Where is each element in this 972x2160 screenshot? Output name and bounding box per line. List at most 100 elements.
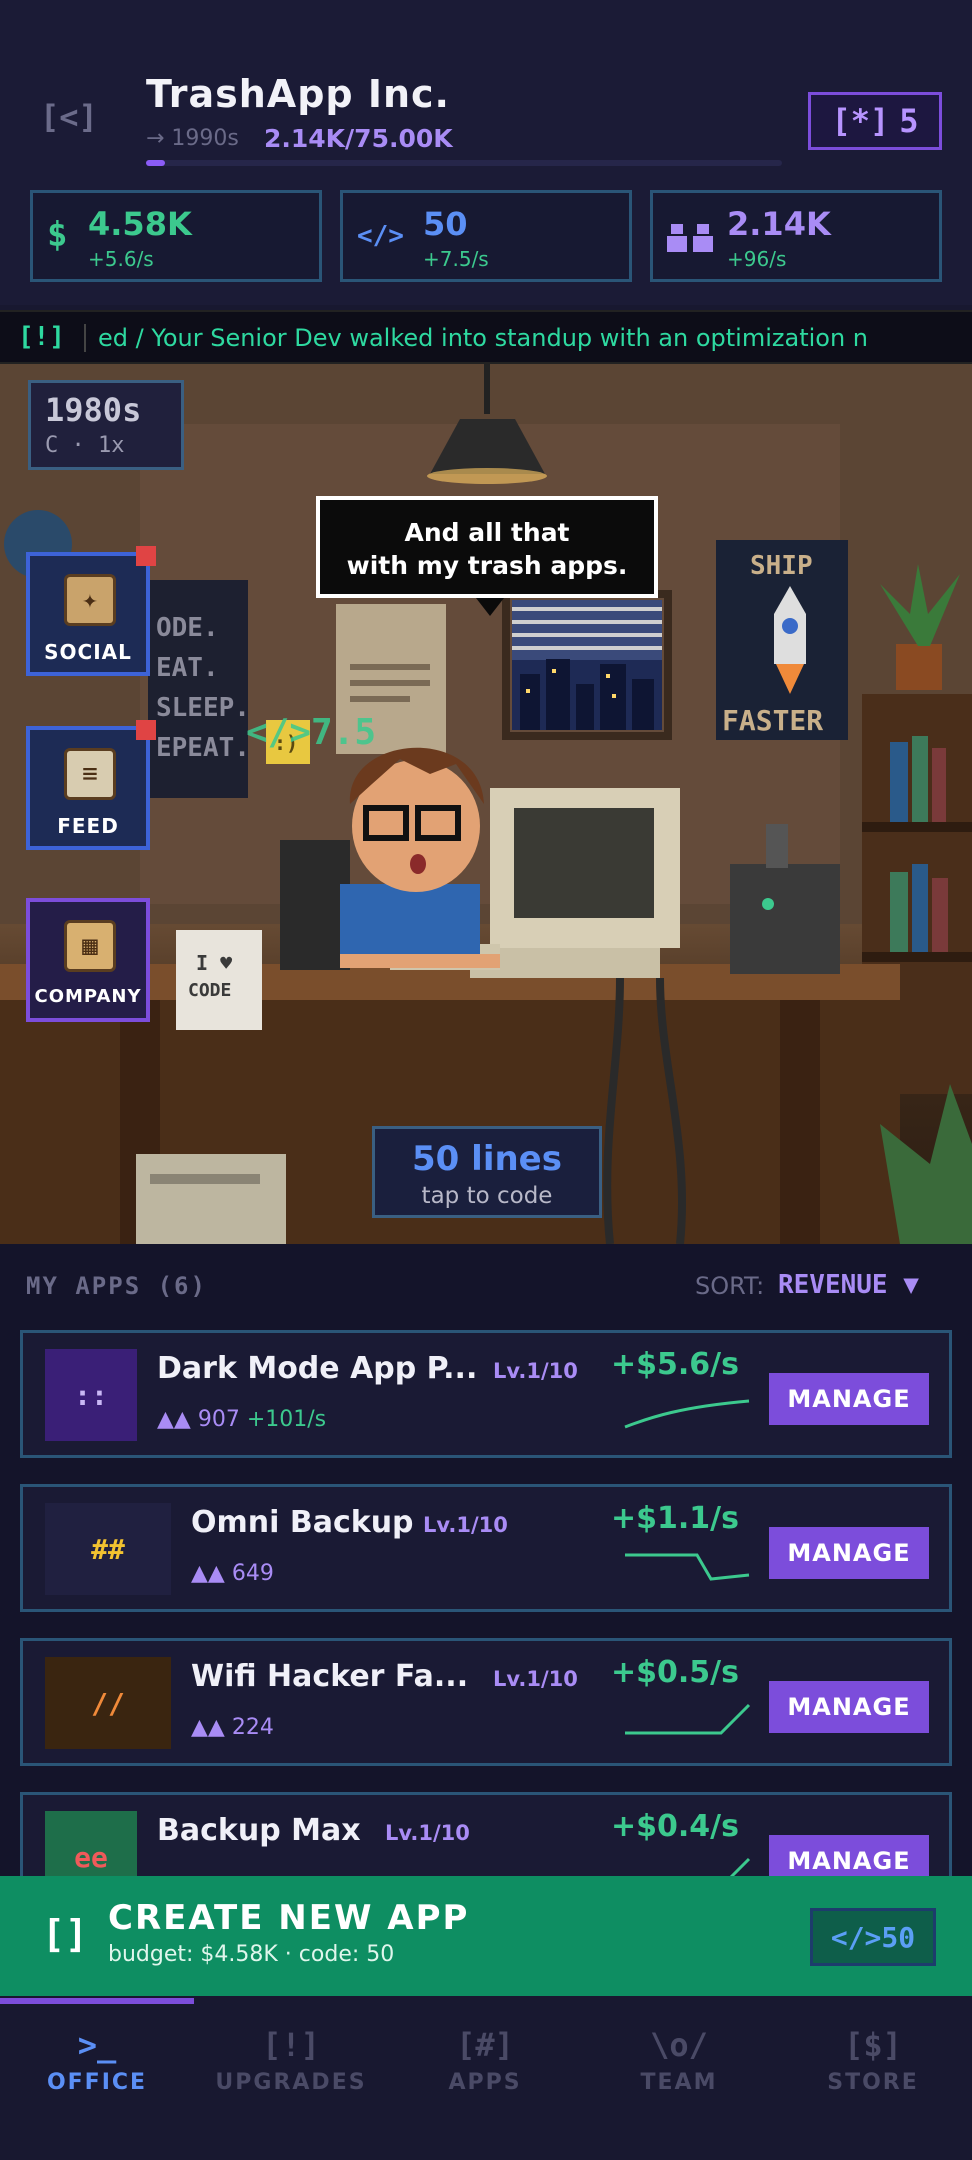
next-era-hint: → 1990s: [146, 126, 239, 151]
revenue-sparkline: [625, 1703, 751, 1735]
tab-team-label: TEAM: [640, 2070, 718, 2095]
bottom-nav: >_ OFFICE [!] UPGRADES [#] APPS \o/ TEAM…: [0, 1996, 972, 2160]
social-button[interactable]: ✦ SOCIAL: [26, 546, 156, 676]
ticker-text: ed / Your Senior Dev walked into standup…: [98, 324, 869, 352]
token-count: 5: [899, 102, 919, 140]
tab-apps-label: APPS: [448, 2070, 522, 2095]
company-building-icon: ▦: [64, 920, 116, 972]
create-app-icon: []: [42, 1912, 88, 1956]
revenue-sparkline: [624, 1399, 750, 1429]
era-indicator[interactable]: 1980s C · 1x: [28, 380, 184, 470]
money-rate: +5.6/s: [88, 247, 154, 271]
sort-dropdown[interactable]: REVENUE ▼: [778, 1270, 919, 1300]
svg-text:ODE.: ODE.: [156, 613, 219, 643]
users-progress-text: 2.14K/75.00K: [264, 124, 453, 153]
tap-to-code-label: tap to code: [421, 1183, 553, 1209]
revenue-sparkline: [625, 1553, 750, 1581]
dollar-icon: $: [47, 215, 68, 255]
speech-line-2: with my trash apps.: [346, 551, 628, 580]
code-gain-floater: </>7.5: [246, 712, 377, 753]
store-icon: [$]: [844, 2026, 902, 2064]
apps-icon: [#]: [456, 2026, 514, 2064]
feed-notification-dot: [136, 720, 156, 740]
tap-to-code-button[interactable]: 50 lines tap to code: [372, 1126, 602, 1218]
users-icon: ▲▲: [191, 1715, 232, 1740]
app-user-growth: +101/s: [246, 1407, 327, 1432]
terminal-icon: >_: [77, 2026, 117, 2064]
app-card[interactable]: :: Dark Mode App P... Lv.1/10 ▲▲ 907 +10…: [20, 1330, 952, 1458]
code-value: 50: [423, 205, 468, 243]
tab-team[interactable]: \o/ TEAM: [582, 2026, 776, 2095]
app-level: Lv.1/10: [385, 1821, 470, 1845]
active-tab-indicator: [0, 1998, 194, 2004]
social-label: SOCIAL: [44, 640, 132, 664]
news-ticker[interactable]: [!] ed / Your Senior Dev walked into sta…: [0, 310, 972, 364]
my-apps-title: MY APPS (6): [26, 1272, 207, 1300]
stat-users[interactable]: 2.14K +96/s: [650, 190, 942, 282]
app-users: ▲▲ 224: [191, 1715, 274, 1740]
app-name: Dark Mode App P...: [157, 1351, 478, 1386]
social-icon: ✦: [64, 574, 116, 626]
svg-text:SLEEP.: SLEEP.: [156, 693, 250, 723]
users-icon: [667, 221, 715, 261]
users-value: 2.14K: [727, 205, 831, 243]
ticker-divider: [84, 324, 86, 352]
app-users: ▲▲ 907 +101/s: [157, 1407, 326, 1432]
app-icon: //: [45, 1657, 171, 1749]
speech-bubble: And all that with my trash apps.: [316, 496, 658, 598]
sort-label: SORT:: [695, 1272, 765, 1300]
app-users-count: 649: [231, 1561, 274, 1586]
team-icon: \o/: [650, 2026, 708, 2064]
app-users-count: 224: [231, 1715, 274, 1740]
app-name: Backup Max: [157, 1813, 361, 1848]
users-rate: +96/s: [727, 247, 787, 271]
alert-icon: [!]: [18, 322, 65, 352]
company-button[interactable]: ▦ COMPANY: [26, 898, 150, 1022]
tab-store[interactable]: [$] STORE: [776, 2026, 970, 2095]
app-revenue: +$1.1/s: [611, 1501, 739, 1536]
tab-upgrades[interactable]: [!] UPGRADES: [194, 2026, 388, 2095]
era-progress-fill: [146, 160, 166, 166]
app-card[interactable]: // Wifi Hacker Fa... Lv.1/10 ▲▲ 224 +$0.…: [20, 1638, 952, 1766]
newspaper-icon: ≡: [64, 748, 116, 800]
manage-button[interactable]: MANAGE: [769, 1681, 929, 1733]
company-name: TrashApp Inc.: [146, 72, 450, 116]
app-icon: ::: [45, 1349, 137, 1441]
svg-text:EPEAT.: EPEAT.: [156, 733, 250, 763]
tab-apps[interactable]: [#] APPS: [388, 2026, 582, 2095]
svg-text:EAT.: EAT.: [156, 653, 219, 683]
app-level: Lv.1/10: [493, 1359, 578, 1383]
app-users: ▲▲ 649: [191, 1561, 274, 1586]
stat-money[interactable]: $ 4.58K +5.6/s: [30, 190, 322, 282]
tab-office[interactable]: >_ OFFICE: [0, 2026, 194, 2095]
app-users-count: 907: [197, 1407, 240, 1432]
upgrades-icon: [!]: [262, 2026, 320, 2064]
app-name: Omni Backup: [191, 1505, 414, 1540]
feed-button[interactable]: ≡ FEED: [26, 720, 156, 850]
app-card[interactable]: ## Omni Backup Lv.1/10 ▲▲ 649 +$1.1/s MA…: [20, 1484, 952, 1612]
code-icon: </>: [357, 221, 404, 251]
money-value: 4.58K: [88, 205, 192, 243]
era-speed: C · 1x: [45, 433, 125, 458]
app-revenue: +$0.5/s: [611, 1655, 739, 1690]
stat-code[interactable]: </> 50 +7.5/s: [340, 190, 632, 282]
manage-button[interactable]: MANAGE: [769, 1527, 929, 1579]
tab-store-label: STORE: [827, 2070, 919, 2095]
users-icon: ▲▲: [157, 1407, 198, 1432]
app-name: Wifi Hacker Fa...: [191, 1659, 469, 1694]
manage-button[interactable]: MANAGE: [769, 1373, 929, 1425]
svg-text:CODE: CODE: [188, 980, 231, 1001]
svg-text:SHIP: SHIP: [750, 551, 813, 581]
create-new-app-button[interactable]: [] CREATE NEW APP budget: $4.58K · code:…: [0, 1876, 972, 1996]
feed-label: FEED: [57, 814, 119, 838]
create-app-title: CREATE NEW APP: [108, 1898, 470, 1938]
code-rate: +7.5/s: [423, 247, 489, 271]
app-revenue: +$0.4/s: [611, 1809, 739, 1844]
lines-count: 50 lines: [412, 1139, 562, 1179]
back-button[interactable]: [<]: [40, 98, 110, 148]
speech-line-1: And all that: [404, 518, 570, 547]
tokens-button[interactable]: [*] 5: [808, 92, 942, 150]
era-progress-track: [146, 160, 782, 166]
create-app-budget: budget: $4.58K · code: 50: [108, 1942, 395, 1967]
speech-bubble-tail: [476, 598, 504, 616]
